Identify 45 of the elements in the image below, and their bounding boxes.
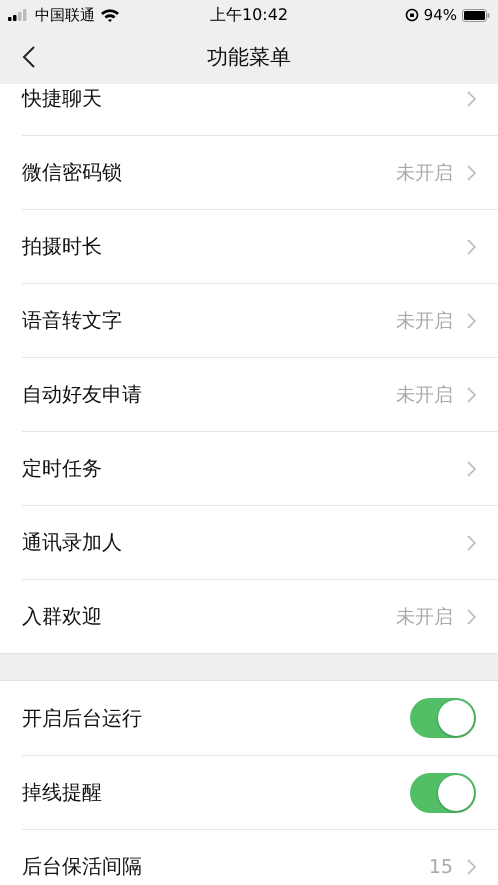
row-value: 15 — [428, 856, 453, 878]
chevron-icon — [467, 312, 476, 328]
rotation-lock-icon — [404, 8, 419, 22]
menu-row[interactable]: 快捷聊天 — [22, 84, 498, 135]
toggle-switch[interactable] — [410, 772, 476, 812]
menu-row[interactable]: 后台保活间隔 15 — [22, 829, 498, 885]
row-value: 未开启 — [396, 308, 453, 334]
menu-row[interactable]: 掉线提醒 — [22, 755, 498, 829]
row-value: 未开启 — [396, 160, 453, 186]
menu-row[interactable]: 开启后台运行 — [22, 681, 498, 755]
carrier-name: 中国联通 — [35, 6, 95, 24]
back-icon[interactable] — [22, 45, 36, 69]
row-label: 后台保活间隔 — [22, 853, 142, 880]
row-label: 拍摄时长 — [22, 233, 102, 260]
row-label: 快捷聊天 — [22, 85, 102, 112]
chevron-icon — [467, 90, 476, 106]
row-label: 微信密码锁 — [22, 159, 122, 186]
row-label: 定时任务 — [22, 455, 102, 482]
row-label: 语音转文字 — [22, 307, 122, 334]
menu-row[interactable]: 语音转文字 未开启 — [22, 283, 498, 357]
row-label: 入群欢迎 — [22, 603, 102, 630]
battery-icon — [462, 8, 490, 22]
clock-time: 上午10:42 — [210, 4, 288, 26]
chevron-icon — [467, 386, 476, 402]
row-label: 通讯录加人 — [22, 529, 122, 556]
toggle-switch[interactable] — [410, 698, 476, 738]
row-value: 未开启 — [396, 382, 453, 408]
chevron-icon — [467, 238, 476, 254]
row-label: 掉线提醒 — [22, 779, 102, 806]
row-label: 开启后台运行 — [22, 704, 142, 732]
menu-row[interactable]: 拍摄时长 — [22, 209, 498, 283]
row-label: 自动好友申请 — [22, 381, 142, 408]
menu-row[interactable]: 通讯录加人 — [22, 505, 498, 579]
battery-percent: 94% — [424, 6, 457, 24]
menu-row[interactable]: 自动好友申请 未开启 — [22, 357, 498, 431]
chevron-icon — [467, 858, 476, 874]
wifi-icon — [100, 8, 120, 22]
chevron-icon — [467, 534, 476, 550]
menu-row[interactable]: 微信密码锁 未开启 — [22, 135, 498, 209]
chevron-icon — [467, 460, 476, 476]
chevron-icon — [467, 164, 476, 180]
row-value: 未开启 — [396, 604, 453, 630]
menu-row[interactable]: 定时任务 — [22, 431, 498, 505]
page-title: 功能菜单 — [207, 44, 291, 71]
chevron-icon — [467, 608, 476, 624]
